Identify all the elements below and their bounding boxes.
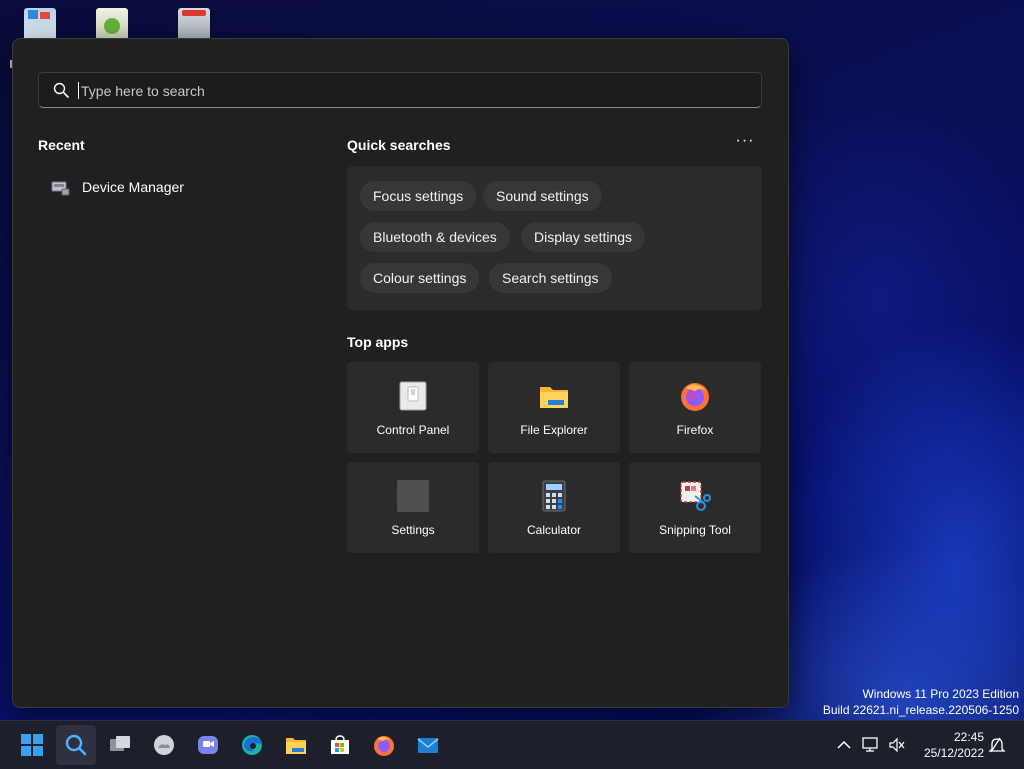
app-tile-label: Settings [391, 523, 435, 537]
recent-heading: Recent [38, 137, 85, 153]
app-tile-firefox[interactable]: Firefox [629, 362, 761, 453]
mail-button[interactable] [408, 725, 448, 765]
more-options-button[interactable]: ··· [733, 133, 757, 155]
app-tile-label: Calculator [526, 523, 582, 537]
show-hidden-icons-button[interactable] [834, 721, 854, 769]
widgets-button[interactable] [144, 725, 184, 765]
firefox-icon [681, 383, 709, 411]
taskbar-search-button[interactable] [56, 725, 96, 765]
network-button[interactable] [860, 721, 882, 769]
firefox-taskbar-button[interactable] [364, 725, 404, 765]
volume-muted-icon [889, 737, 905, 753]
top-apps-heading: Top apps [347, 334, 409, 350]
search-input[interactable] [79, 79, 743, 103]
desktop-icon-recycle-bin[interactable] [24, 8, 56, 42]
task-view-button[interactable] [100, 725, 140, 765]
file-explorer-button[interactable] [276, 725, 316, 765]
chip-sound-settings[interactable]: Sound settings [483, 181, 602, 211]
desktop-icon-tool[interactable] [178, 8, 210, 42]
app-tile-calculator[interactable]: Calculator [488, 462, 620, 553]
app-tile-control-panel[interactable]: Control Panel [347, 362, 479, 453]
notifications-button[interactable] [986, 721, 1008, 769]
device-manager-icon [51, 181, 70, 196]
quick-searches-heading: Quick searches [347, 137, 451, 153]
recent-item-label: Device Manager [82, 179, 184, 195]
chip-search-settings[interactable]: Search settings [489, 263, 612, 293]
notification-bell-icon [988, 737, 1006, 753]
recent-item-device-manager[interactable]: Device Manager [38, 173, 318, 201]
start-button[interactable] [12, 725, 52, 765]
widgets-icon [154, 735, 174, 755]
calculator-icon [542, 480, 566, 512]
chip-bluetooth-devices[interactable]: Bluetooth & devices [360, 222, 510, 252]
network-icon [862, 737, 878, 752]
settings-icon [397, 480, 429, 512]
file-explorer-icon [286, 738, 306, 754]
app-tile-label: Firefox [676, 423, 714, 437]
quick-searches-box: Focus settings Sound settings Bluetooth … [347, 166, 762, 310]
chip-focus-settings[interactable]: Focus settings [360, 181, 477, 211]
watermark-build: Build 22621.ni_release.220506-1250 [822, 703, 1019, 717]
file-explorer-icon [540, 387, 568, 408]
microsoft-store-button[interactable] [320, 725, 360, 765]
chip-display-settings[interactable]: Display settings [521, 222, 646, 252]
taskbar-clock[interactable]: 22:45 25/12/2022 [924, 729, 984, 761]
app-tile-label: Control Panel [376, 423, 450, 437]
search-panel: Recent Device Manager Quick searches ···… [12, 38, 789, 708]
app-tile-settings[interactable]: Settings [347, 462, 479, 553]
firefox-icon [374, 736, 394, 756]
search-box[interactable] [38, 72, 762, 108]
task-view-icon [110, 736, 130, 751]
mail-icon [417, 738, 439, 753]
edge-icon [242, 735, 262, 755]
desktop-icon-notepad[interactable] [96, 8, 128, 42]
app-tile-label: Snipping Tool [659, 523, 731, 537]
watermark-edition: Windows 11 Pro 2023 Edition [862, 687, 1019, 701]
search-icon [65, 734, 87, 756]
chevron-up-icon [837, 740, 851, 749]
teams-chat-button[interactable] [188, 725, 228, 765]
start-icon [21, 734, 43, 756]
app-tile-file-explorer[interactable]: File Explorer [488, 362, 620, 453]
windows-watermark: Windows 11 Pro 2023 Edition Build 22621.… [823, 686, 1019, 718]
edge-button[interactable] [232, 725, 272, 765]
clock-date: 25/12/2022 [923, 746, 984, 760]
microsoft-store-icon [331, 735, 349, 754]
chip-colour-settings[interactable]: Colour settings [360, 263, 480, 293]
clock-time: 22:45 [953, 730, 984, 744]
volume-button[interactable] [886, 721, 908, 769]
snipping-tool-icon [680, 481, 711, 511]
control-panel-icon [399, 381, 427, 411]
search-icon [53, 82, 69, 98]
app-tile-snipping-tool[interactable]: Snipping Tool [629, 462, 761, 553]
app-tile-label: File Explorer [520, 423, 588, 437]
taskbar: 22:45 25/12/2022 [0, 720, 1024, 769]
teams-chat-icon [198, 736, 218, 754]
